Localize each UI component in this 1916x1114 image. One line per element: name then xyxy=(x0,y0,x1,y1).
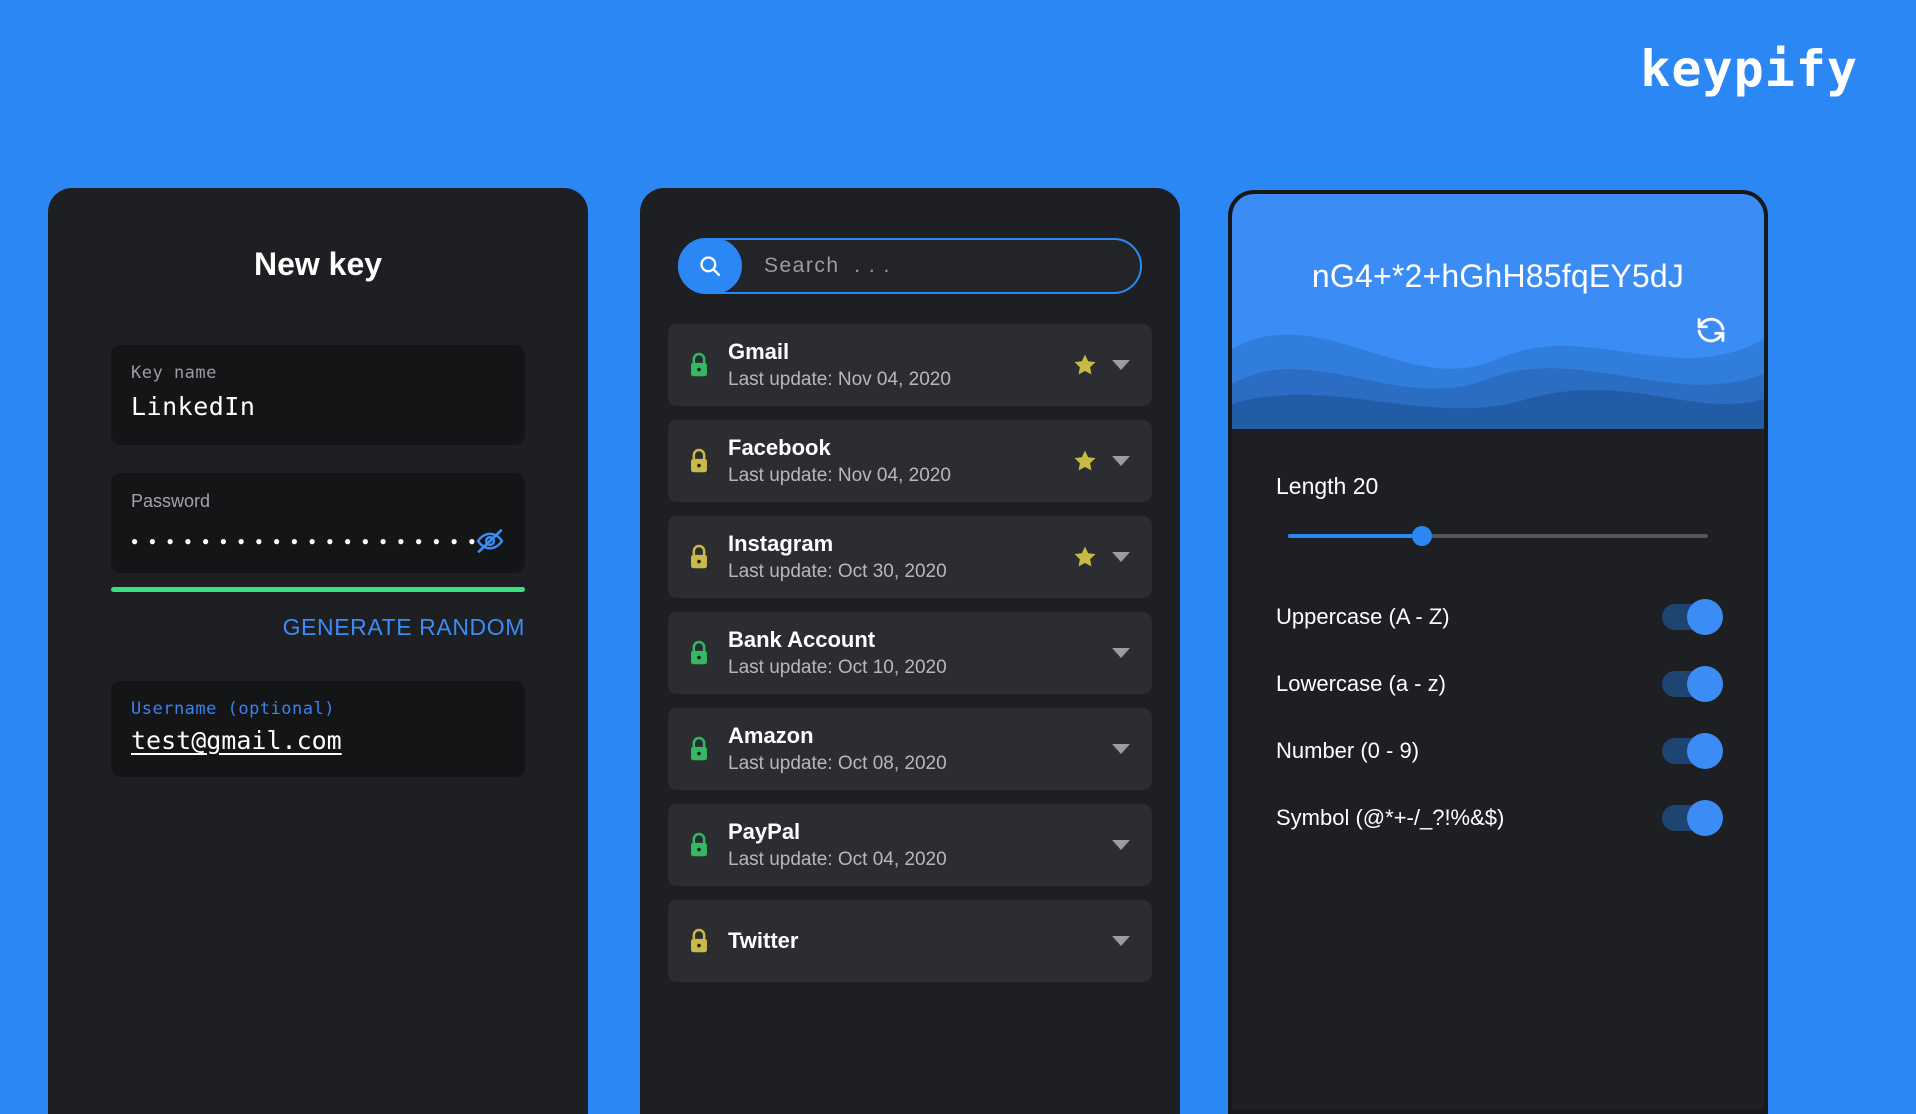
generator-hero: nG4+*2+hGhH85fqEY5dJ xyxy=(1232,194,1764,429)
key-list-panel: Gmail Last update: Nov 04, 2020 Facebook La… xyxy=(640,188,1180,1114)
chevron-down-icon[interactable] xyxy=(1112,744,1130,754)
key-list-item[interactable]: Instagram Last update: Oct 30, 2020 xyxy=(668,516,1152,598)
key-item-subtitle: Last update: Nov 04, 2020 xyxy=(728,464,951,486)
eye-off-icon[interactable] xyxy=(475,526,505,556)
generator-options: Uppercase (A - Z) Lowercase (a - z) Number… xyxy=(1276,594,1723,840)
app-logo: keypify xyxy=(1640,40,1858,98)
wave-decoration xyxy=(1232,334,1764,429)
key-name-input[interactable]: LinkedIn xyxy=(131,392,505,421)
key-item-subtitle: Last update: Nov 04, 2020 xyxy=(728,368,951,390)
generator-option-toggle[interactable] xyxy=(1662,732,1723,769)
lock-icon xyxy=(686,543,712,571)
key-item-subtitle: Last update: Oct 30, 2020 xyxy=(728,560,947,582)
key-list: Gmail Last update: Nov 04, 2020 Facebook La… xyxy=(668,324,1152,982)
generator-option-toggle[interactable] xyxy=(1662,598,1723,635)
star-icon[interactable] xyxy=(1072,448,1098,474)
generator-option-row: Number (0 - 9) xyxy=(1276,728,1723,773)
slider-thumb[interactable] xyxy=(1412,526,1433,546)
generator-option-toggle[interactable] xyxy=(1662,799,1723,836)
key-list-item[interactable]: Bank Account Last update: Oct 10, 2020 xyxy=(668,612,1152,694)
star-icon[interactable] xyxy=(1072,352,1098,378)
search-input[interactable] xyxy=(742,254,1140,278)
refresh-icon[interactable] xyxy=(1694,317,1728,405)
toggle-knob xyxy=(1687,598,1723,635)
key-item-subtitle: Last update: Oct 10, 2020 xyxy=(728,656,947,678)
key-item-name: Bank Account xyxy=(728,627,876,653)
password-generator-panel: nG4+*2+hGhH85fqEY5dJ Length 20 Uppercase… xyxy=(1228,190,1768,1114)
page-title: New key xyxy=(253,246,383,282)
toggle-knob xyxy=(1687,799,1723,836)
password-strength-bar xyxy=(111,587,525,592)
search-icon[interactable] xyxy=(678,238,742,294)
lock-icon xyxy=(686,351,712,379)
username-field[interactable]: Username (optional) test@gmail.com xyxy=(111,681,525,777)
lock-icon xyxy=(686,639,712,667)
key-item-subtitle: Last update: Oct 04, 2020 xyxy=(728,848,947,870)
key-list-item[interactable]: Twitter xyxy=(668,900,1152,982)
password-input[interactable]: ●●●●●●●●●●●●●●●●●●●● xyxy=(131,535,475,547)
chevron-down-icon[interactable] xyxy=(1112,840,1130,850)
key-item-name: Gmail xyxy=(728,339,790,365)
chevron-down-icon[interactable] xyxy=(1112,360,1130,370)
toggle-knob xyxy=(1687,732,1723,769)
generate-random-button[interactable]: GENERATE RANDOM xyxy=(111,614,525,641)
key-list-item[interactable]: Facebook Last update: Nov 04, 2020 xyxy=(668,420,1152,502)
password-label: Password xyxy=(131,491,211,511)
key-item-name: Facebook xyxy=(728,435,831,461)
lock-icon xyxy=(686,735,712,763)
length-slider[interactable] xyxy=(1288,526,1708,546)
key-list-item[interactable]: PayPal Last update: Oct 04, 2020 xyxy=(668,804,1152,886)
key-list-item[interactable]: Gmail Last update: Nov 04, 2020 xyxy=(668,324,1152,406)
generated-password-text: nG4+*2+hGhH85fqEY5dJ xyxy=(1311,258,1685,294)
chevron-down-icon[interactable] xyxy=(1112,456,1130,466)
key-item-name: Twitter xyxy=(728,927,799,953)
key-name-field[interactable]: Key name LinkedIn xyxy=(111,345,525,445)
generator-option-label: Symbol (@*+-/_?!%&$) xyxy=(1276,804,1505,830)
key-item-name: Instagram xyxy=(728,531,834,557)
app-background: keypify New key Key name LinkedIn Passwo… xyxy=(0,0,1916,1114)
username-label: Username (optional) xyxy=(131,699,335,719)
key-list-item[interactable]: Amazon Last update: Oct 08, 2020 xyxy=(668,708,1152,790)
username-input[interactable]: test@gmail.com xyxy=(131,726,342,755)
generator-option-toggle[interactable] xyxy=(1662,665,1723,702)
lock-icon xyxy=(686,831,712,859)
chevron-down-icon[interactable] xyxy=(1112,648,1130,658)
lock-icon xyxy=(686,927,712,955)
lock-icon xyxy=(686,447,712,475)
key-item-subtitle: Last update: Oct 08, 2020 xyxy=(728,752,947,774)
generator-option-label: Uppercase (A - Z) xyxy=(1276,603,1450,629)
key-item-name: PayPal xyxy=(728,819,801,845)
generator-option-row: Lowercase (a - z) xyxy=(1276,661,1723,706)
new-key-panel: New key Key name LinkedIn Password ●●●●●… xyxy=(48,188,588,1114)
key-name-label: Key name xyxy=(131,363,217,383)
chevron-down-icon[interactable] xyxy=(1112,936,1130,946)
toggle-knob xyxy=(1687,665,1723,702)
generator-option-label: Number (0 - 9) xyxy=(1276,737,1420,763)
generator-option-label: Lowercase (a - z) xyxy=(1276,670,1446,696)
generator-option-row: Symbol (@*+-/_?!%&$) xyxy=(1276,795,1723,840)
chevron-down-icon[interactable] xyxy=(1112,552,1130,562)
slider-fill xyxy=(1288,534,1423,538)
length-label: Length 20 xyxy=(1276,473,1379,499)
key-item-name: Amazon xyxy=(728,723,814,749)
generator-option-row: Uppercase (A - Z) xyxy=(1276,594,1723,639)
star-icon[interactable] xyxy=(1072,544,1098,570)
password-field[interactable]: Password ●●●●●●●●●●●●●●●●●●●● xyxy=(111,473,525,573)
search-bar[interactable] xyxy=(678,238,1142,294)
